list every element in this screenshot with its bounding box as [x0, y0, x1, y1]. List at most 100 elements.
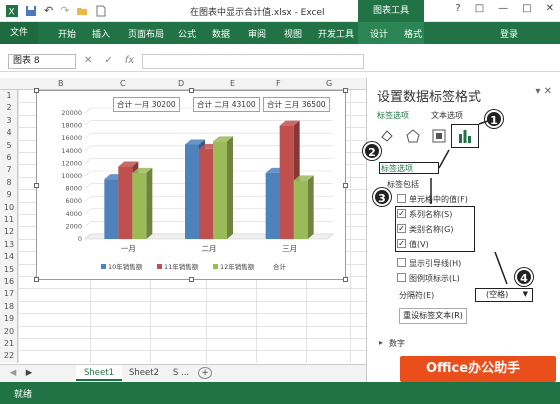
sheet-tab-bar: ◀ ▶ Sheet1 Sheet2 S ... + — [0, 364, 366, 382]
cancel-icon[interactable]: ✕ — [84, 55, 92, 66]
sheet-tab-sheet2[interactable]: Sheet2 — [124, 365, 164, 381]
row-header[interactable]: 18 — [0, 302, 18, 311]
x-category-label: 二月 — [202, 244, 217, 253]
title-bar: X ↶ ↷ 在图表中显示合计值.xlsx - Excel 图表工具 ? □ — … — [0, 0, 560, 22]
row-header[interactable]: 17 — [0, 289, 18, 298]
close-icon[interactable]: ✕ — [546, 3, 554, 14]
x-category-label: 三月 — [282, 244, 297, 253]
bar — [293, 180, 308, 239]
row-header[interactable]: 12 — [0, 227, 18, 236]
tab-home[interactable]: 开始 — [58, 27, 76, 40]
y-tick-label: 2000 — [65, 222, 82, 230]
name-box[interactable]: 图表 8 — [8, 54, 76, 69]
row-header[interactable]: 7 — [0, 165, 18, 174]
tab-view[interactable]: 视图 — [284, 27, 302, 40]
add-sheet-icon[interactable]: + — [198, 367, 212, 379]
row-header[interactable]: 20 — [0, 327, 18, 336]
y-tick-label: 14000 — [61, 147, 82, 155]
minimize-icon[interactable]: — — [498, 3, 508, 14]
row-header[interactable]: 4 — [0, 128, 18, 137]
ribbon-tabs: 文件 开始 插入 页面布局 公式 数据 审阅 视图 开发工具 设计 格式 登录 — [0, 22, 560, 44]
insert-function-icon[interactable]: fx — [125, 55, 134, 66]
legend-label: 12年销售额 — [220, 262, 255, 271]
row-header[interactable]: 8 — [0, 178, 18, 187]
tab-data[interactable]: 数据 — [212, 27, 230, 40]
bar — [104, 179, 119, 239]
row-gridline — [18, 300, 366, 302]
tab-formulas[interactable]: 公式 — [178, 27, 196, 40]
save-icon[interactable] — [25, 5, 37, 17]
row-header[interactable]: 1 — [0, 91, 18, 100]
tab-format[interactable]: 格式 — [404, 27, 422, 40]
row-header[interactable]: 13 — [0, 240, 18, 249]
help-icon[interactable]: ? — [455, 3, 460, 14]
column-headers: B C D E F G — [0, 78, 366, 90]
column-header[interactable]: D — [178, 79, 184, 88]
column-header[interactable]: B — [58, 79, 64, 88]
sign-in-link[interactable]: 登录 — [500, 27, 518, 40]
redo-icon[interactable]: ↷ — [60, 4, 69, 17]
quick-access-toolbar: X ↶ ↷ — [6, 4, 107, 17]
column-header[interactable]: G — [326, 79, 332, 88]
row-gridline — [18, 288, 366, 290]
row-header[interactable]: 21 — [0, 339, 18, 348]
tab-design[interactable]: 设计 — [370, 27, 388, 40]
column-header[interactable]: E — [230, 79, 235, 88]
scroll-right-icon[interactable]: ▶ — [22, 365, 36, 381]
row-header[interactable]: 11 — [0, 215, 18, 224]
chart-gridline — [84, 208, 92, 215]
bar — [132, 172, 147, 239]
row-header[interactable]: 9 — [0, 190, 18, 199]
row-gridline — [18, 350, 366, 352]
column-header[interactable]: C — [120, 79, 126, 88]
tab-page-layout[interactable]: 页面布局 — [128, 27, 164, 40]
row-header[interactable]: 3 — [0, 116, 18, 125]
chart-gridline — [84, 183, 92, 189]
sheet-tab-more[interactable]: S ... — [166, 365, 196, 381]
y-tick-label: 6000 — [65, 197, 82, 205]
brand-watermark: Office办公助手 — [400, 356, 556, 382]
callout-arrows — [430, 119, 508, 285]
window-controls: ? □ — □ ✕ — [455, 3, 554, 14]
row-header[interactable]: 5 — [0, 141, 18, 150]
column-chart: 0 2000 4000 6000 8000 10000 12000 14000 16000 180… — [61, 107, 334, 271]
new-file-icon[interactable] — [95, 5, 107, 17]
undo-icon[interactable]: ↶ — [44, 4, 53, 17]
formula-input[interactable] — [142, 54, 364, 69]
y-tick-label: 16000 — [61, 134, 82, 142]
y-tick-label: 10000 — [61, 172, 82, 180]
maximize-icon[interactable]: □ — [522, 3, 531, 14]
tab-insert[interactable]: 插入 — [92, 27, 110, 40]
bar — [213, 141, 227, 239]
y-tick-label: 4000 — [65, 210, 82, 218]
tab-developer[interactable]: 开发工具 — [318, 27, 354, 40]
bar — [199, 148, 213, 239]
column-gridline — [350, 90, 351, 363]
row-gridline — [18, 313, 366, 315]
ribbon-display-icon[interactable]: □ — [475, 3, 484, 14]
row-header[interactable]: 6 — [0, 153, 18, 162]
tab-review[interactable]: 审阅 — [248, 27, 266, 40]
enter-icon[interactable]: ✓ — [104, 55, 112, 66]
row-header[interactable]: 14 — [0, 252, 18, 261]
bar-side — [146, 167, 153, 239]
y-tick-label: 0 — [78, 235, 82, 243]
row-header[interactable]: 22 — [0, 351, 18, 360]
row-header[interactable]: 19 — [0, 314, 18, 323]
document-title: 在图表中显示合计值.xlsx - Excel — [190, 8, 325, 18]
sheet-tab-sheet1[interactable]: Sheet1 — [76, 365, 122, 381]
row-headers: 1 2 3 4 5 6 7 8 9 10 11 12 13 14 15 16 17 18 19 20 21 22 — [0, 90, 18, 363]
scroll-left-icon[interactable]: ◀ — [6, 365, 20, 381]
column-header[interactable]: F — [276, 79, 281, 88]
svg-text:X: X — [9, 7, 15, 17]
tab-file[interactable]: 文件 — [0, 22, 38, 44]
excel-logo-icon: X — [6, 4, 18, 17]
row-header[interactable]: 2 — [0, 103, 18, 112]
row-header[interactable]: 10 — [0, 203, 18, 212]
open-folder-icon[interactable] — [76, 5, 88, 17]
row-header[interactable]: 15 — [0, 265, 18, 274]
legend-swatch — [213, 264, 218, 269]
y-tick-label: 12000 — [61, 159, 82, 167]
row-header[interactable]: 16 — [0, 277, 18, 286]
chart-area[interactable]: 合计 一月 30200 合计 二月 43100 合计 三月 36500 0 200… — [34, 88, 348, 282]
